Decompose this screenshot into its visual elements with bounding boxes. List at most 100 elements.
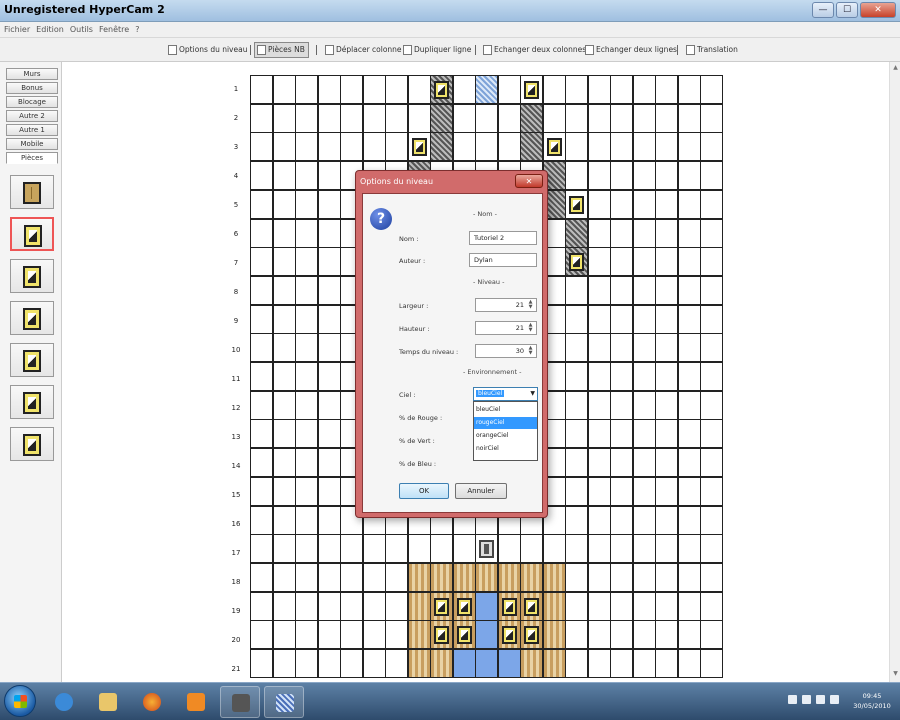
grid-cell[interactable] <box>565 75 588 104</box>
grid-cell[interactable] <box>655 333 678 363</box>
grid-cell[interactable] <box>700 649 723 678</box>
grid-cell[interactable] <box>677 218 701 248</box>
grid-cell[interactable] <box>655 189 678 219</box>
grid-cell[interactable] <box>587 247 611 277</box>
grid-cell[interactable] <box>610 247 633 277</box>
piece-slope-6[interactable] <box>10 427 54 461</box>
grid-cell[interactable] <box>317 75 341 104</box>
grid-cell[interactable] <box>587 562 611 592</box>
grid-cell[interactable] <box>272 649 296 678</box>
grid-cell[interactable] <box>250 275 273 305</box>
grid-cell[interactable] <box>655 304 678 334</box>
grid-cell[interactable] <box>452 620 476 650</box>
grid-cell[interactable] <box>700 333 723 363</box>
grid-cell[interactable] <box>700 562 723 592</box>
grid-cell[interactable] <box>587 390 611 420</box>
grid-cell[interactable] <box>520 75 543 104</box>
grid-cell[interactable] <box>340 534 363 564</box>
grid-cell[interactable] <box>632 103 656 133</box>
nom-input[interactable]: Tutoriel 2 <box>469 231 537 245</box>
grid-cell[interactable] <box>587 189 611 219</box>
grid-cell[interactable] <box>700 476 723 506</box>
grid-cell[interactable] <box>610 333 633 363</box>
grid-cell[interactable] <box>317 534 341 564</box>
grid-cell[interactable] <box>587 649 611 678</box>
grid-cell[interactable] <box>272 189 296 219</box>
grid-cell[interactable] <box>250 103 273 133</box>
grid-cell[interactable] <box>295 218 318 248</box>
swap-columns-button[interactable]: Echanger deux colonnes <box>480 42 590 58</box>
grid-cell[interactable] <box>295 333 318 363</box>
grid-cell[interactable] <box>565 649 588 678</box>
grid-cell[interactable] <box>655 161 678 191</box>
grid-cell[interactable] <box>362 620 386 650</box>
grid-cell[interactable] <box>587 218 611 248</box>
grid-cell[interactable] <box>407 649 431 678</box>
grid-cell[interactable] <box>610 649 633 678</box>
grid-cell[interactable] <box>407 103 431 133</box>
grid-cell[interactable] <box>272 275 296 305</box>
piece-slope-4[interactable] <box>10 343 54 377</box>
grid-cell[interactable] <box>542 620 566 650</box>
grid-cell[interactable] <box>497 620 521 650</box>
grid-cell[interactable] <box>452 649 476 678</box>
grid-cell[interactable] <box>295 103 318 133</box>
grid-cell[interactable] <box>565 448 588 478</box>
grid-cell[interactable] <box>632 189 656 219</box>
grid-cell[interactable] <box>430 620 453 650</box>
grid-cell[interactable] <box>565 304 588 334</box>
grid-cell[interactable] <box>610 620 633 650</box>
grid-cell[interactable] <box>542 534 566 564</box>
grid-cell[interactable] <box>272 218 296 248</box>
grid-cell[interactable] <box>407 75 431 104</box>
grid-cell[interactable] <box>317 390 341 420</box>
start-button[interactable] <box>4 685 36 717</box>
grid-cell[interactable] <box>317 649 341 678</box>
grid-cell[interactable] <box>677 476 701 506</box>
grid-cell[interactable] <box>362 649 386 678</box>
grid-cell[interactable] <box>655 620 678 650</box>
grid-cell[interactable] <box>475 649 498 678</box>
swap-rows-button[interactable]: Echanger deux lignes <box>582 42 681 58</box>
grid-cell[interactable] <box>317 591 341 621</box>
grid-cell[interactable] <box>632 362 656 391</box>
grid-cell[interactable] <box>250 189 273 219</box>
pieces-nb-button[interactable]: Pièces NB <box>254 42 309 58</box>
grid-cell[interactable] <box>272 448 296 478</box>
grid-cell[interactable] <box>407 132 431 162</box>
grid-cell[interactable] <box>475 591 498 621</box>
grid-cell[interactable] <box>295 620 318 650</box>
grid-cell[interactable] <box>250 591 273 621</box>
grid-cell[interactable] <box>362 562 386 592</box>
grid-cell[interactable] <box>632 591 656 621</box>
grid-cell[interactable] <box>565 620 588 650</box>
spin-arrows-icon[interactable]: ▲ ▼ <box>526 346 535 356</box>
grid-cell[interactable] <box>610 562 633 592</box>
grid-cell[interactable] <box>272 161 296 191</box>
grid-cell[interactable] <box>295 419 318 449</box>
grid-cell[interactable] <box>700 362 723 391</box>
vertical-scrollbar[interactable]: ▲ ▼ <box>889 62 900 682</box>
grid-cell[interactable] <box>317 304 341 334</box>
grid-cell[interactable] <box>587 419 611 449</box>
grid-cell[interactable] <box>587 476 611 506</box>
translation-button[interactable]: Translation <box>683 42 742 58</box>
grid-cell[interactable] <box>632 562 656 592</box>
grid-cell[interactable] <box>497 132 521 162</box>
grid-cell[interactable] <box>677 620 701 650</box>
grid-cell[interactable] <box>520 591 543 621</box>
grid-cell[interactable] <box>520 534 543 564</box>
ciel-option[interactable]: orangeCiel <box>474 430 537 442</box>
grid-cell[interactable] <box>610 189 633 219</box>
grid-cell[interactable] <box>655 505 678 535</box>
grid-cell[interactable] <box>430 534 453 564</box>
grid-cell[interactable] <box>587 75 611 104</box>
grid-cell[interactable] <box>565 275 588 305</box>
grid-cell[interactable] <box>385 649 408 678</box>
tab-autre-2[interactable]: Autre 2 <box>6 110 58 122</box>
grid-cell[interactable] <box>677 362 701 391</box>
grid-cell[interactable] <box>542 75 566 104</box>
tray-arrow-icon[interactable] <box>788 695 797 704</box>
grid-cell[interactable] <box>587 534 611 564</box>
grid-cell[interactable] <box>295 362 318 391</box>
